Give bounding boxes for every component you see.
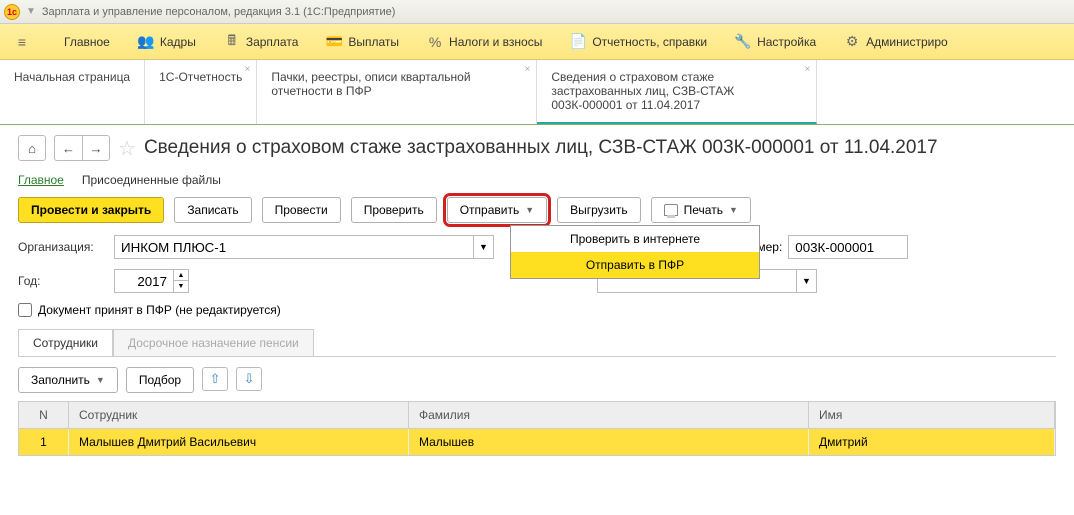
menu-hamburger[interactable]: ≡ xyxy=(0,34,50,50)
hamburger-icon: ≡ xyxy=(14,34,30,50)
menu-otchet[interactable]: 📄Отчетность, справки xyxy=(556,34,721,50)
gear-icon: ⚙ xyxy=(844,34,860,50)
post-and-close-button[interactable]: Провести и закрыть xyxy=(18,197,164,223)
tab-1c-report[interactable]: 1С-Отчетность× xyxy=(145,60,257,124)
cell-employee: Малышев Дмитрий Васильевич xyxy=(69,429,409,455)
menu-nastroika[interactable]: 🔧Настройка xyxy=(721,34,830,50)
home-icon: ⌂ xyxy=(28,141,36,156)
titlebar: 1c ▼ Зарплата и управление персоналом, р… xyxy=(0,0,1074,24)
cell-family: Малышев xyxy=(409,429,809,455)
window-title: Зарплата и управление персоналом, редакц… xyxy=(42,6,395,18)
calculator-icon: 🖩 xyxy=(224,34,240,50)
menu-kadry[interactable]: 👥Кадры xyxy=(124,34,210,50)
year-label: Год: xyxy=(18,274,106,288)
spin-up-icon[interactable]: ▲ xyxy=(174,270,188,281)
arrow-right-icon: → xyxy=(90,141,103,156)
table-toolbar: Заполнить▼ Подбор ⇧ ⇩ xyxy=(18,367,1056,393)
chevron-down-icon: ▼ xyxy=(729,205,738,215)
sub-tabs: Главное Присоединенные файлы xyxy=(18,173,1056,187)
accepted-pfr-label: Документ принят в ПФР (не редактируется) xyxy=(38,303,281,317)
inner-tabs: Сотрудники Досрочное назначение пенсии xyxy=(18,329,1056,357)
document-title-row: ⌂ ← → ☆ Сведения о страховом стаже застр… xyxy=(18,135,1056,161)
menu-vyplaty[interactable]: 💳Выплаты xyxy=(312,34,413,50)
dropdown-send-pfr[interactable]: Отправить в ПФР xyxy=(511,252,759,278)
col-employee[interactable]: Сотрудник xyxy=(69,402,409,428)
send-button[interactable]: Отправить▼ xyxy=(447,197,547,223)
year-spinner[interactable]: ▲ ▼ xyxy=(174,269,189,293)
home-button[interactable]: ⌂ xyxy=(18,135,46,161)
chevron-down-icon: ▼ xyxy=(96,375,105,385)
menu-nalogi[interactable]: %Налоги и взносы xyxy=(413,34,556,50)
chevron-down-icon: ▼ xyxy=(525,205,534,215)
close-icon[interactable]: × xyxy=(805,64,811,75)
cell-name: Дмитрий xyxy=(809,429,1055,455)
arrow-up-icon: ⇧ xyxy=(210,371,221,387)
cell-n: 1 xyxy=(19,429,69,455)
subtab-files[interactable]: Присоединенные файлы xyxy=(82,173,221,187)
close-icon[interactable]: × xyxy=(245,64,251,75)
tab-szv[interactable]: Сведения о страховом стаже застрахованны… xyxy=(537,60,817,124)
report-icon: 📄 xyxy=(570,34,586,50)
number-input[interactable] xyxy=(788,235,908,259)
inner-tab-pension[interactable]: Досрочное назначение пенсии xyxy=(113,329,314,356)
table-row[interactable]: 1 Малышев Дмитрий Васильевич Малышев Дми… xyxy=(19,429,1055,455)
tab-packs[interactable]: Пачки, реестры, описи квартальной отчетн… xyxy=(257,60,537,124)
forward-button[interactable]: → xyxy=(82,135,110,161)
people-icon: 👥 xyxy=(138,34,154,50)
percent-icon: % xyxy=(427,34,443,50)
main-menu: ≡ Главное 👥Кадры 🖩Зарплата 💳Выплаты %Нал… xyxy=(0,24,1074,60)
chevron-down-icon: ▼ xyxy=(479,242,488,252)
favorite-star-icon[interactable]: ☆ xyxy=(118,136,136,161)
app-menu-dropdown[interactable]: ▼ xyxy=(26,6,36,17)
dropdown-check-online[interactable]: Проверить в интернете xyxy=(511,226,759,252)
accepted-pfr-checkbox[interactable] xyxy=(18,303,32,317)
menu-main[interactable]: Главное xyxy=(50,35,124,49)
app-logo-icon: 1c xyxy=(4,4,20,20)
subtab-main[interactable]: Главное xyxy=(18,173,64,187)
col-name[interactable]: Имя xyxy=(809,402,1055,428)
wrench-icon: 🔧 xyxy=(735,34,751,50)
post-button[interactable]: Провести xyxy=(262,197,341,223)
back-button[interactable]: ← xyxy=(54,135,82,161)
print-button[interactable]: Печать▼ xyxy=(651,197,751,223)
close-icon[interactable]: × xyxy=(525,64,531,75)
org-label: Организация: xyxy=(18,240,106,254)
year-input[interactable] xyxy=(114,269,174,293)
chevron-down-icon[interactable]: ▼ xyxy=(796,270,816,292)
org-input[interactable] xyxy=(114,235,474,259)
fill-button[interactable]: Заполнить▼ xyxy=(18,367,118,393)
employees-table: N Сотрудник Фамилия Имя 1 Малышев Дмитри… xyxy=(18,401,1056,456)
org-dropdown-button[interactable]: ▼ xyxy=(474,235,494,259)
send-dropdown: Проверить в интернете Отправить в ПФР xyxy=(510,225,760,279)
printer-icon xyxy=(664,204,678,216)
pick-button[interactable]: Подбор xyxy=(126,367,194,393)
move-up-button[interactable]: ⇧ xyxy=(202,367,228,391)
spin-down-icon[interactable]: ▼ xyxy=(174,281,188,292)
tab-start[interactable]: Начальная страница xyxy=(0,60,145,124)
document-tabs: Начальная страница 1С-Отчетность× Пачки,… xyxy=(0,60,1074,125)
write-button[interactable]: Записать xyxy=(174,197,251,223)
document-toolbar: Провести и закрыть Записать Провести Про… xyxy=(18,197,1056,223)
table-header: N Сотрудник Фамилия Имя xyxy=(19,402,1055,429)
inner-tab-employees[interactable]: Сотрудники xyxy=(18,329,113,356)
document-title: Сведения о страховом стаже застрахованны… xyxy=(144,137,938,159)
arrow-left-icon: ← xyxy=(62,141,75,156)
col-family[interactable]: Фамилия xyxy=(409,402,809,428)
upload-button[interactable]: Выгрузить xyxy=(557,197,641,223)
col-n[interactable]: N xyxy=(19,402,69,428)
menu-zarplata[interactable]: 🖩Зарплата xyxy=(210,34,313,50)
menu-admin[interactable]: ⚙Администриро xyxy=(830,34,962,50)
check-button[interactable]: Проверить xyxy=(351,197,437,223)
move-down-button[interactable]: ⇩ xyxy=(236,367,262,391)
wallet-icon: 💳 xyxy=(326,34,342,50)
arrow-down-icon: ⇩ xyxy=(244,371,255,387)
